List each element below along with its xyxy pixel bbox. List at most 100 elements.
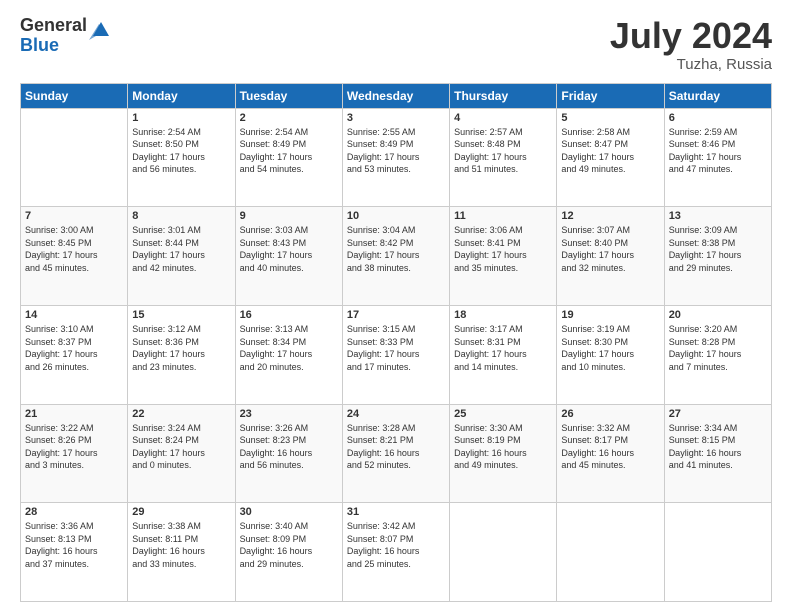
day-cell: 19 Sunrise: 3:19 AM Sunset: 8:30 PM Dayli… <box>557 305 664 404</box>
day-info: Sunrise: 3:36 AM Sunset: 8:13 PM Dayligh… <box>25 520 123 570</box>
col-tuesday: Tuesday <box>235 83 342 108</box>
day-info: Sunrise: 3:24 AM Sunset: 8:24 PM Dayligh… <box>132 422 230 472</box>
day-cell <box>557 503 664 602</box>
day-number: 12 <box>561 210 659 222</box>
day-number: 17 <box>347 309 445 321</box>
month-title: July 2024 <box>610 16 772 56</box>
day-number: 8 <box>132 210 230 222</box>
day-number: 15 <box>132 309 230 321</box>
day-number: 6 <box>669 112 767 124</box>
day-number: 30 <box>240 506 338 518</box>
day-cell: 15 Sunrise: 3:12 AM Sunset: 8:36 PM Dayli… <box>128 305 235 404</box>
page: General Blue July 2024 Tuzha, Russia Sun… <box>0 0 792 612</box>
day-cell: 31 Sunrise: 3:42 AM Sunset: 8:07 PM Dayli… <box>342 503 449 602</box>
day-cell: 22 Sunrise: 3:24 AM Sunset: 8:24 PM Dayli… <box>128 404 235 503</box>
day-number: 7 <box>25 210 123 222</box>
week-row-2: 14Sunrise: 3:10 AM Sunset: 8:37 PM Dayli… <box>21 305 772 404</box>
day-cell: 16 Sunrise: 3:13 AM Sunset: 8:34 PM Dayli… <box>235 305 342 404</box>
day-info: Sunrise: 2:54 AM Sunset: 8:49 PM Dayligh… <box>240 126 338 176</box>
day-info: Sunrise: 3:03 AM Sunset: 8:43 PM Dayligh… <box>240 224 338 274</box>
week-row-4: 28 Sunrise: 3:36 AM Sunset: 8:13 PM Dayli… <box>21 503 772 602</box>
day-number: 27 <box>669 408 767 420</box>
day-number: 29 <box>132 506 230 518</box>
day-number: 16 <box>240 309 338 321</box>
day-info: Sunrise: 3:17 AM Sunset: 8:31 PM Dayligh… <box>454 323 552 373</box>
calendar-table: Sunday Monday Tuesday Wednesday Thursday… <box>20 83 772 602</box>
day-number: 19 <box>561 309 659 321</box>
day-info: Sunrise: 3:10 AM Sunset: 8:37 PM Dayligh… <box>25 323 123 373</box>
day-number: 22 <box>132 408 230 420</box>
day-info: Sunrise: 3:06 AM Sunset: 8:41 PM Dayligh… <box>454 224 552 274</box>
day-number: 3 <box>347 112 445 124</box>
day-info: Sunrise: 3:13 AM Sunset: 8:34 PM Dayligh… <box>240 323 338 373</box>
day-info: Sunrise: 3:32 AM Sunset: 8:17 PM Dayligh… <box>561 422 659 472</box>
day-number: 28 <box>25 506 123 518</box>
day-info: Sunrise: 3:28 AM Sunset: 8:21 PM Dayligh… <box>347 422 445 472</box>
day-cell: 21 Sunrise: 3:22 AM Sunset: 8:26 PM Dayli… <box>21 404 128 503</box>
day-number: 20 <box>669 309 767 321</box>
day-number: 4 <box>454 112 552 124</box>
day-cell: 30 Sunrise: 3:40 AM Sunset: 8:09 PM Dayli… <box>235 503 342 602</box>
day-number: 2 <box>240 112 338 124</box>
day-info: Sunrise: 3:04 AM Sunset: 8:42 PM Dayligh… <box>347 224 445 274</box>
day-info: Sunrise: 3:15 AM Sunset: 8:33 PM Dayligh… <box>347 323 445 373</box>
col-monday: Monday <box>128 83 235 108</box>
day-info: Sunrise: 3:40 AM Sunset: 8:09 PM Dayligh… <box>240 520 338 570</box>
logo: General Blue <box>20 16 111 56</box>
day-cell: 11Sunrise: 3:06 AM Sunset: 8:41 PM Dayli… <box>450 207 557 306</box>
col-friday: Friday <box>557 83 664 108</box>
day-info: Sunrise: 2:58 AM Sunset: 8:47 PM Dayligh… <box>561 126 659 176</box>
day-cell: 14Sunrise: 3:10 AM Sunset: 8:37 PM Dayli… <box>21 305 128 404</box>
day-number: 23 <box>240 408 338 420</box>
col-sunday: Sunday <box>21 83 128 108</box>
day-cell: 2 Sunrise: 2:54 AM Sunset: 8:49 PM Daylig… <box>235 108 342 207</box>
day-number: 21 <box>25 408 123 420</box>
day-info: Sunrise: 3:20 AM Sunset: 8:28 PM Dayligh… <box>669 323 767 373</box>
day-cell: 24 Sunrise: 3:28 AM Sunset: 8:21 PM Dayli… <box>342 404 449 503</box>
day-cell: 1Sunrise: 2:54 AM Sunset: 8:50 PM Daylig… <box>128 108 235 207</box>
day-number: 10 <box>347 210 445 222</box>
day-number: 18 <box>454 309 552 321</box>
day-info: Sunrise: 3:42 AM Sunset: 8:07 PM Dayligh… <box>347 520 445 570</box>
week-row-1: 7 Sunrise: 3:00 AM Sunset: 8:45 PM Daylig… <box>21 207 772 306</box>
day-cell: 5 Sunrise: 2:58 AM Sunset: 8:47 PM Daylig… <box>557 108 664 207</box>
day-cell: 25 Sunrise: 3:30 AM Sunset: 8:19 PM Dayli… <box>450 404 557 503</box>
day-info: Sunrise: 2:55 AM Sunset: 8:49 PM Dayligh… <box>347 126 445 176</box>
day-number: 26 <box>561 408 659 420</box>
day-number: 31 <box>347 506 445 518</box>
day-number: 24 <box>347 408 445 420</box>
week-row-0: 1Sunrise: 2:54 AM Sunset: 8:50 PM Daylig… <box>21 108 772 207</box>
day-cell: 9Sunrise: 3:03 AM Sunset: 8:43 PM Daylig… <box>235 207 342 306</box>
day-cell <box>664 503 771 602</box>
day-info: Sunrise: 3:07 AM Sunset: 8:40 PM Dayligh… <box>561 224 659 274</box>
day-cell: 29 Sunrise: 3:38 AM Sunset: 8:11 PM Dayli… <box>128 503 235 602</box>
day-info: Sunrise: 3:22 AM Sunset: 8:26 PM Dayligh… <box>25 422 123 472</box>
day-cell: 8 Sunrise: 3:01 AM Sunset: 8:44 PM Daylig… <box>128 207 235 306</box>
day-cell: 10 Sunrise: 3:04 AM Sunset: 8:42 PM Dayli… <box>342 207 449 306</box>
day-info: Sunrise: 3:01 AM Sunset: 8:44 PM Dayligh… <box>132 224 230 274</box>
day-cell: 4 Sunrise: 2:57 AM Sunset: 8:48 PM Daylig… <box>450 108 557 207</box>
week-row-3: 21 Sunrise: 3:22 AM Sunset: 8:26 PM Dayli… <box>21 404 772 503</box>
day-cell: 6Sunrise: 2:59 AM Sunset: 8:46 PM Daylig… <box>664 108 771 207</box>
day-info: Sunrise: 2:54 AM Sunset: 8:50 PM Dayligh… <box>132 126 230 176</box>
day-cell: 26 Sunrise: 3:32 AM Sunset: 8:17 PM Dayli… <box>557 404 664 503</box>
day-info: Sunrise: 3:38 AM Sunset: 8:11 PM Dayligh… <box>132 520 230 570</box>
day-cell <box>450 503 557 602</box>
day-info: Sunrise: 3:26 AM Sunset: 8:23 PM Dayligh… <box>240 422 338 472</box>
day-info: Sunrise: 2:57 AM Sunset: 8:48 PM Dayligh… <box>454 126 552 176</box>
logo-general: General <box>20 16 87 36</box>
day-number: 25 <box>454 408 552 420</box>
logo-icon <box>89 18 111 40</box>
day-info: Sunrise: 3:00 AM Sunset: 8:45 PM Dayligh… <box>25 224 123 274</box>
col-wednesday: Wednesday <box>342 83 449 108</box>
day-number: 5 <box>561 112 659 124</box>
day-info: Sunrise: 3:34 AM Sunset: 8:15 PM Dayligh… <box>669 422 767 472</box>
day-info: Sunrise: 3:30 AM Sunset: 8:19 PM Dayligh… <box>454 422 552 472</box>
day-cell: 23 Sunrise: 3:26 AM Sunset: 8:23 PM Dayli… <box>235 404 342 503</box>
header-row: Sunday Monday Tuesday Wednesday Thursday… <box>21 83 772 108</box>
day-cell: 27 Sunrise: 3:34 AM Sunset: 8:15 PM Dayli… <box>664 404 771 503</box>
day-info: Sunrise: 3:19 AM Sunset: 8:30 PM Dayligh… <box>561 323 659 373</box>
day-info: Sunrise: 3:12 AM Sunset: 8:36 PM Dayligh… <box>132 323 230 373</box>
day-cell: 20 Sunrise: 3:20 AM Sunset: 8:28 PM Dayli… <box>664 305 771 404</box>
day-number: 13 <box>669 210 767 222</box>
